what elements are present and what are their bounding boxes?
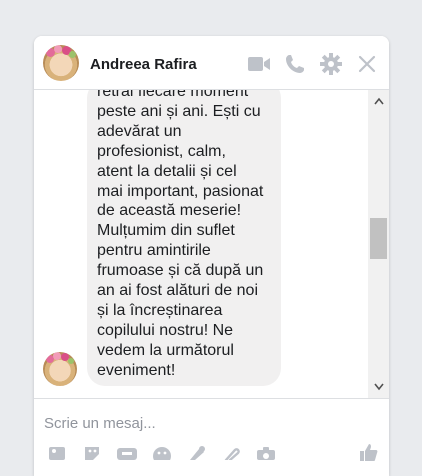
scroll-thumb[interactable]	[370, 218, 387, 259]
message-scrollbar[interactable]	[368, 90, 389, 398]
emoji-icon[interactable]	[152, 446, 172, 465]
attachment-icon[interactable]	[221, 446, 241, 462]
message-line: an ai fost alături de noi	[97, 282, 258, 300]
message-line: mai important, pasionat	[97, 182, 264, 200]
chat-header[interactable]: Andreea Rafira	[34, 36, 389, 90]
message-input[interactable]	[34, 399, 389, 443]
sender-avatar[interactable]	[43, 352, 77, 386]
contact-avatar[interactable]	[43, 45, 79, 81]
message-line: copilului nostru! Ne	[97, 321, 234, 339]
message-line: vedem la următorul	[97, 341, 234, 359]
chat-window: Andreea Rafira retrai fiecare moment pes…	[34, 36, 389, 476]
sticker-icon[interactable]	[82, 446, 102, 460]
video-camera-icon[interactable]	[247, 52, 271, 76]
message-line: adevărat un	[97, 122, 182, 140]
game-icon[interactable]	[187, 446, 207, 460]
scroll-down-icon[interactable]	[368, 380, 389, 394]
message-line: profesionist, calm,	[97, 142, 226, 160]
message-line: pentru amintirile	[97, 242, 211, 260]
message-list[interactable]: retrai fiecare moment peste ani și ani. …	[34, 90, 389, 398]
like-icon[interactable]	[358, 443, 378, 461]
message-line: de această meserie!	[97, 202, 242, 220]
phone-icon[interactable]	[283, 52, 307, 76]
message-text: retrai fiecare moment peste ani și ani. …	[97, 90, 277, 381]
message-line: Mulțumim din suflet	[97, 222, 235, 240]
gear-icon[interactable]	[319, 52, 343, 76]
message-line: eveniment!	[97, 361, 176, 379]
scroll-up-icon[interactable]	[368, 94, 389, 108]
message-line: frumoase și că după un	[97, 262, 264, 280]
close-icon[interactable]	[355, 52, 379, 76]
message-line: peste ani și ani. Ești cu	[97, 102, 261, 120]
message-bubble[interactable]: retrai fiecare moment peste ani și ani. …	[87, 90, 281, 386]
image-icon[interactable]	[47, 446, 67, 460]
message-line: retrai fiecare moment	[97, 90, 249, 100]
composer	[34, 398, 389, 476]
gif-icon[interactable]	[116, 446, 137, 460]
contact-name[interactable]: Andreea Rafira	[90, 56, 197, 73]
message-line: atent la detalii și cel	[97, 162, 237, 180]
message-line: și la încreștinarea	[97, 301, 223, 319]
camera-icon[interactable]	[256, 446, 276, 460]
